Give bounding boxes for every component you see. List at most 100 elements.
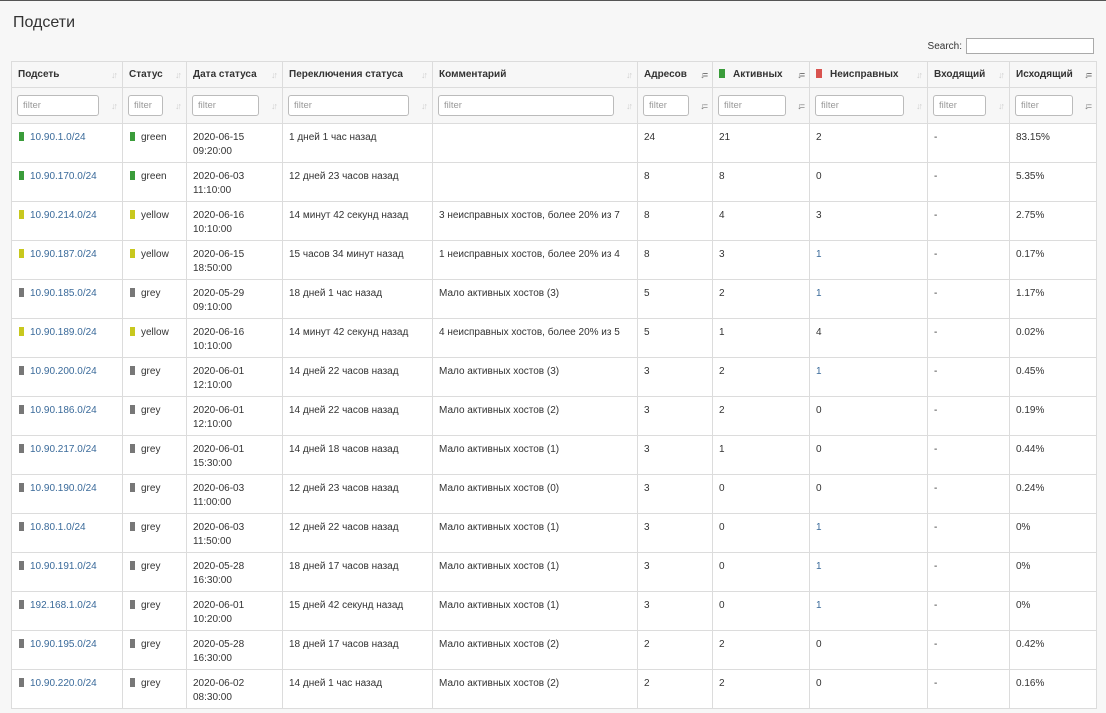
table-row[interactable]: 10.90.190.0/24 grey 2020-06-03 11:00:00 12 д… [11,474,1097,514]
table-row[interactable]: 10.90.214.0/24 yellow 2020-06-16 10:10:00 14… [11,201,1097,241]
column-header-comment[interactable]: Комментарий ↓↑ [432,61,638,88]
addresses-count: 3 [644,444,650,455]
table-row[interactable]: 10.80.1.0/24 grey 2020-06-03 11:50:00 12 дне… [11,513,1097,553]
active-count: 1 [719,444,725,455]
status-date: 2020-06-16 [193,327,245,338]
sort-both-icon[interactable]: ↓↑ [175,101,182,111]
table-row[interactable]: 10.90.1.0/24 green 2020-06-15 09:20:00 1 дне… [11,123,1097,163]
status-cell: grey [122,396,187,436]
outgoing-value: 0.24% [1016,483,1045,494]
subnet-link[interactable]: 10.90.187.0/24 [30,249,97,260]
table-row[interactable]: 10.90.220.0/24 grey 2020-06-02 08:30:00 14 д… [11,669,1097,709]
filter-input-status[interactable] [128,95,163,116]
subnet-link[interactable]: 10.90.191.0/24 [30,561,97,572]
table-row[interactable]: 10.90.170.0/24 green 2020-06-03 11:10:00 12 … [11,162,1097,202]
subnet-link[interactable]: 10.90.220.0/24 [30,678,97,689]
subnet-link[interactable]: 10.90.189.0/24 [30,327,97,338]
faulty-count-link[interactable]: 1 [816,600,822,611]
filter-input-outgoing[interactable] [1015,95,1073,116]
subnet-link[interactable]: 10.90.186.0/24 [30,405,97,416]
sort-both-icon[interactable]: ↓↑ [271,101,278,111]
column-header-active[interactable]: Активных ↓= [712,61,810,88]
column-header-date[interactable]: Дата статуса ↓↑ [186,61,283,88]
filter-input-subnet[interactable] [17,95,99,116]
addresses-count: 2 [644,678,650,689]
table-row[interactable]: 10.90.189.0/24 yellow 2020-06-16 10:10:00 14… [11,318,1097,358]
status-switch-cell: 14 минут 42 секунд назад [282,318,433,358]
subnet-link[interactable]: 10.90.185.0/24 [30,288,97,299]
sort-desc-icon[interactable]: ↓= [797,70,805,80]
table-row[interactable]: 10.90.186.0/24 grey 2020-06-01 12:10:00 14 д… [11,396,1097,436]
faulty-cell: 1 [809,357,928,397]
outgoing-value: 0% [1016,561,1031,572]
subnet-cell: 10.90.1.0/24 [11,123,123,163]
outgoing-cell: 0.44% [1009,435,1097,475]
table-row[interactable]: 192.168.1.0/24 grey 2020-06-01 10:20:00 15 д… [11,591,1097,631]
sort-desc-icon[interactable]: ↓= [1084,101,1092,111]
table-row[interactable]: 10.90.187.0/24 yellow 2020-06-15 18:50:00 15… [11,240,1097,280]
column-header-faulty[interactable]: Неисправных ↓↑ [809,61,928,88]
column-header-incoming[interactable]: Входящий ↓↑ [927,61,1010,88]
table-row[interactable]: 10.90.200.0/24 grey 2020-06-01 12:10:00 14 д… [11,357,1097,397]
subnet-link[interactable]: 10.90.190.0/24 [30,483,97,494]
outgoing-cell: 0% [1009,591,1097,631]
incoming-cell: - [927,201,1010,241]
faulty-count-link[interactable]: 1 [816,561,822,572]
filter-input-comment[interactable] [438,95,614,116]
grey-status-icon [19,561,24,570]
column-label: Неисправных [830,69,899,80]
filter-input-date[interactable] [192,95,259,116]
sort-both-icon[interactable]: ↓↑ [421,101,428,111]
filter-input-switch[interactable] [288,95,409,116]
faulty-count-link[interactable]: 1 [816,249,822,260]
outgoing-cell: 0.19% [1009,396,1097,436]
faulty-count-link[interactable]: 1 [816,288,822,299]
subnet-link[interactable]: 10.80.1.0/24 [30,522,86,533]
sort-both-icon[interactable]: ↓↑ [998,70,1005,80]
filter-input-faulty[interactable] [815,95,904,116]
sort-both-icon[interactable]: ↓↑ [626,101,633,111]
sort-both-icon[interactable]: ↓↑ [175,70,182,80]
column-header-outgoing[interactable]: Исходящий ↓= [1009,61,1097,88]
sort-both-icon[interactable]: ↓↑ [111,70,118,80]
subnet-link[interactable]: 10.90.1.0/24 [30,132,86,143]
sort-both-icon[interactable]: ↓↑ [111,101,118,111]
table-row[interactable]: 10.90.185.0/24 grey 2020-05-29 09:10:00 18 д… [11,279,1097,319]
sort-desc-icon[interactable]: ↓= [700,70,708,80]
sort-desc-icon[interactable]: ↓= [797,101,805,111]
sort-both-icon[interactable]: ↓↑ [916,101,923,111]
subnet-link[interactable]: 10.90.200.0/24 [30,366,97,377]
filter-input-addresses[interactable] [643,95,689,116]
subnet-link[interactable]: 10.90.170.0/24 [30,171,97,182]
column-header-addresses[interactable]: Адресов ↓= [637,61,713,88]
column-header-subnet[interactable]: Подсеть ↓↑ [11,61,123,88]
subnet-link[interactable]: 10.90.217.0/24 [30,444,97,455]
active-count: 2 [719,639,725,650]
table-row[interactable]: 10.90.217.0/24 grey 2020-06-01 15:30:00 14 д… [11,435,1097,475]
subnet-cell: 10.90.195.0/24 [11,630,123,670]
addresses-cell: 5 [637,318,713,358]
faulty-count-link[interactable]: 1 [816,522,822,533]
status-text: grey [141,561,161,572]
column-header-switch[interactable]: Переключения статуса ↓↑ [282,61,433,88]
red-swatch-icon [816,69,822,78]
search-input[interactable] [966,38,1094,54]
table-row[interactable]: 10.90.191.0/24 grey 2020-05-28 16:30:00 18 д… [11,552,1097,592]
table-row[interactable]: 10.90.195.0/24 grey 2020-05-28 16:30:00 18 д… [11,630,1097,670]
sort-both-icon[interactable]: ↓↑ [626,70,633,80]
column-header-status[interactable]: Статус ↓↑ [122,61,187,88]
sort-desc-icon[interactable]: ↓= [700,101,708,111]
addresses-count: 5 [644,288,650,299]
sort-desc-icon[interactable]: ↓= [1084,70,1092,80]
sort-both-icon[interactable]: ↓↑ [916,70,923,80]
faulty-count-link[interactable]: 1 [816,366,822,377]
filter-input-incoming[interactable] [933,95,986,116]
filter-input-active[interactable] [718,95,786,116]
subnet-link[interactable]: 10.90.195.0/24 [30,639,97,650]
subnet-link[interactable]: 192.168.1.0/24 [30,600,97,611]
subnet-link[interactable]: 10.90.214.0/24 [30,210,97,221]
sort-both-icon[interactable]: ↓↑ [998,101,1005,111]
sort-both-icon[interactable]: ↓↑ [421,70,428,80]
sort-both-icon[interactable]: ↓↑ [271,70,278,80]
filter-row: ↓↑ ↓↑ ↓↑ ↓↑ ↓↑ ↓= ↓= ↓↑ ↓↑ ↓= [11,87,1097,124]
